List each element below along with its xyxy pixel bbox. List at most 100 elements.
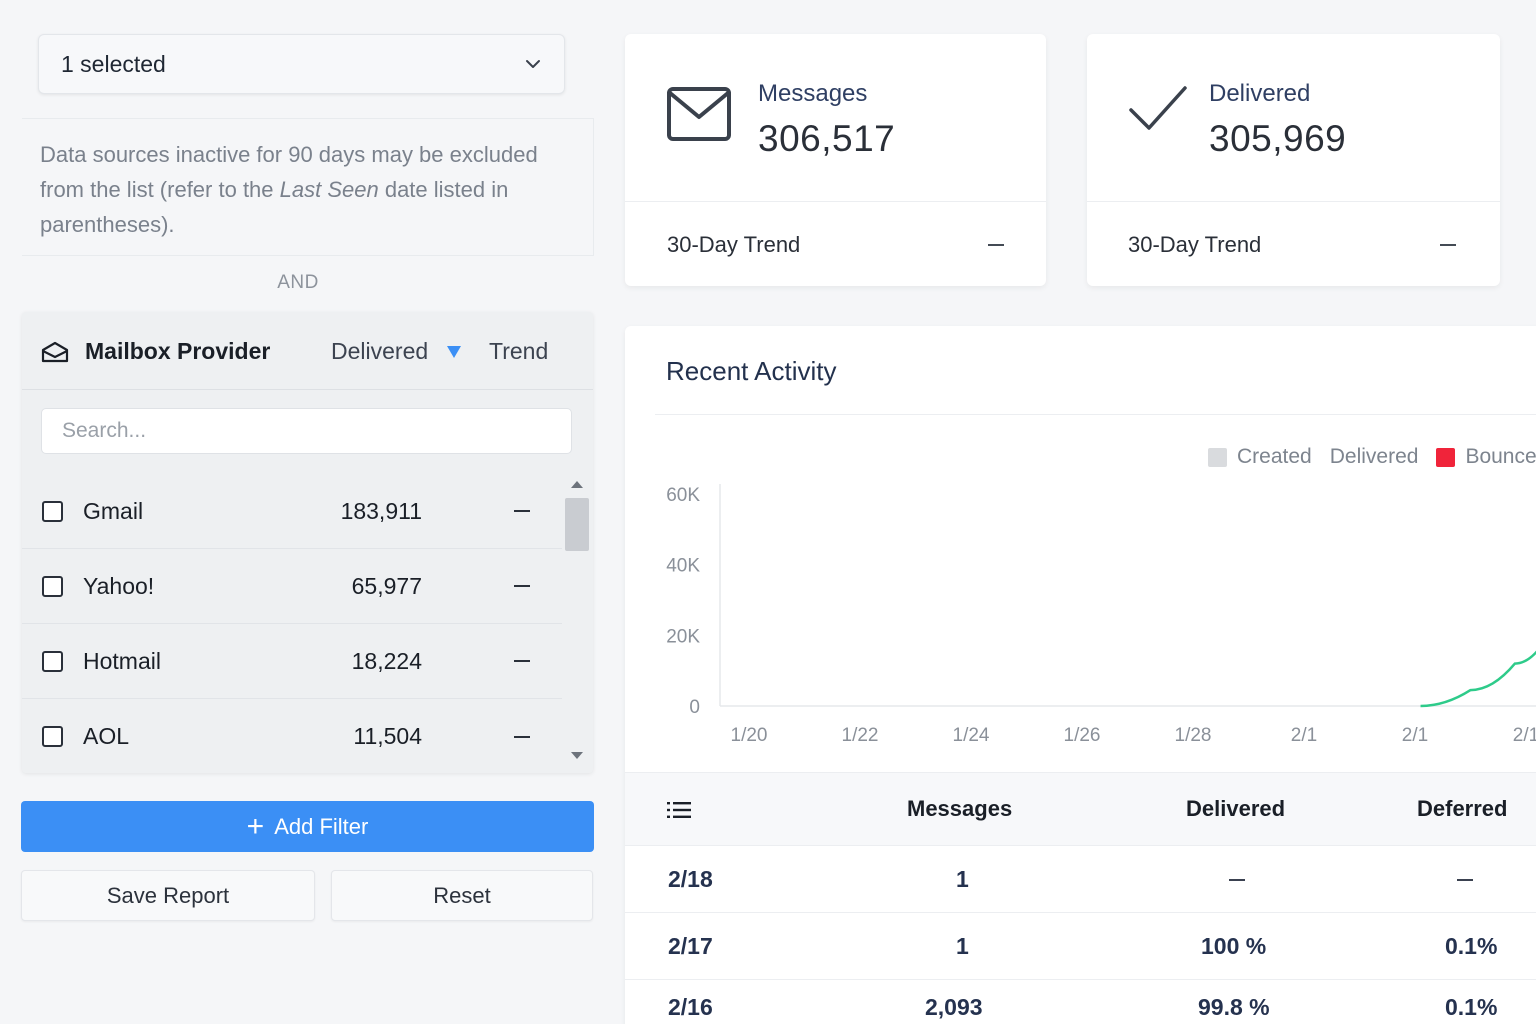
trend-empty-dash — [514, 510, 530, 512]
note-emphasis: Last Seen — [279, 177, 379, 202]
stat-label: Delivered — [1209, 80, 1311, 107]
legend-item-delivered[interactable]: Delivered — [1330, 445, 1419, 469]
provider-checkbox[interactable] — [42, 650, 63, 672]
row-messages: 2,093 — [925, 994, 983, 1020]
chart-legend: Created Delivered Bounce — [1208, 445, 1536, 469]
x-tick-label: 1/22 — [842, 725, 879, 746]
envelope-icon — [667, 87, 731, 141]
column-header-delivered[interactable]: Delivered — [1186, 796, 1285, 822]
table-row[interactable]: 2/16 2,093 99.8 % 0.1% — [625, 980, 1536, 1024]
trend-empty-dash — [988, 244, 1004, 246]
x-tick-label: 1/20 — [731, 725, 768, 746]
x-tick-label: 1/28 — [1175, 725, 1212, 746]
legend-label: Bounce — [1465, 445, 1536, 468]
legend-label: Delivered — [1329, 445, 1419, 468]
trend-empty-dash — [514, 735, 530, 738]
scroll-down-icon[interactable] — [571, 752, 583, 760]
provider-list-scrollbar[interactable] — [565, 474, 589, 773]
mailbox-provider-panel: Mailbox Provider Delivered Trend Gmail 1… — [22, 312, 593, 773]
scroll-up-icon[interactable] — [571, 480, 583, 488]
scroll-thumb[interactable] — [565, 498, 589, 551]
recent-activity-panel: Recent Activity Created Delivered Bounce… — [625, 326, 1536, 1024]
stat-label: Messages — [758, 80, 868, 107]
plus-icon: + — [246, 809, 265, 843]
left-filter-panel: 1 selected Data sources inactive for 90 … — [0, 0, 610, 1024]
row-delivered-empty — [1229, 879, 1245, 881]
legend-item-bounce[interactable]: Bounce — [1436, 445, 1536, 469]
provider-row-aol[interactable]: AOL 11,504 — [22, 699, 562, 773]
provider-row-yahoo[interactable]: Yahoo! 65,977 — [22, 549, 562, 624]
table-row[interactable]: 2/17 1 100 % 0.1% — [625, 913, 1536, 980]
stat-card-top: Messages 306,517 — [625, 34, 1046, 202]
legend-swatch — [1208, 447, 1227, 467]
row-delivered: 99.8 % — [1198, 994, 1270, 1020]
row-date: 2/16 — [668, 994, 713, 1020]
row-deferred-empty — [1457, 879, 1473, 881]
row-date: 2/17 — [668, 933, 713, 959]
provider-checkbox[interactable] — [42, 500, 63, 522]
provider-checkbox[interactable] — [42, 575, 63, 597]
y-tick-label: 40K — [666, 556, 700, 577]
messages-stat-card: Messages 306,517 30-Day Trend — [625, 34, 1046, 286]
column-header-deferred[interactable]: Deferred — [1417, 796, 1507, 822]
sort-delivered-column[interactable]: Delivered — [331, 338, 428, 365]
add-filter-label: Add Filter — [274, 813, 369, 839]
provider-name: Yahoo! — [83, 572, 155, 599]
trend-empty-dash — [514, 660, 530, 662]
activity-table-header: Messages Delivered Deferred — [625, 772, 1536, 846]
provider-row-gmail[interactable]: Gmail 183,911 — [22, 474, 562, 549]
checkmark-icon — [1129, 86, 1187, 130]
row-deferred: 0.1% — [1445, 933, 1498, 959]
add-filter-button[interactable]: + Add Filter — [21, 801, 594, 852]
provider-list: Gmail 183,911 Yahoo! 65,977 Hotmail 18,2… — [22, 474, 562, 773]
divider — [655, 414, 1536, 415]
row-messages: 1 — [956, 866, 969, 892]
trend-empty-dash — [1440, 244, 1456, 246]
trend-label: 30-Day Trend — [667, 232, 801, 257]
provider-checkbox[interactable] — [42, 726, 63, 747]
recent-activity-title: Recent Activity — [666, 356, 837, 386]
trend-column-header[interactable]: Trend — [489, 338, 548, 365]
legend-item-created[interactable]: Created — [1208, 445, 1312, 469]
mailbox-provider-header: Mailbox Provider Delivered Trend — [22, 312, 593, 390]
y-tick-label: 0 — [689, 697, 700, 718]
x-tick-label: 2/1 — [1291, 725, 1317, 746]
trend-label: 30-Day Trend — [1128, 232, 1262, 257]
list-icon[interactable] — [667, 801, 691, 819]
provider-search-input[interactable] — [41, 408, 572, 454]
trend-empty-dash — [514, 585, 530, 587]
x-tick-label: 2/1 — [1402, 725, 1428, 746]
provider-name: AOL — [83, 723, 130, 749]
provider-delivered: 18,224 — [351, 647, 422, 674]
reset-button[interactable]: Reset — [331, 870, 593, 921]
data-source-select[interactable]: 1 selected — [38, 34, 565, 94]
row-messages: 1 — [956, 933, 969, 959]
provider-delivered: 65,977 — [351, 572, 422, 599]
table-row[interactable]: 2/18 1 — [625, 846, 1536, 913]
stat-value: 306,517 — [758, 118, 896, 159]
provider-search — [41, 408, 572, 454]
provider-name: Gmail — [83, 497, 144, 524]
stat-value: 305,969 — [1209, 118, 1347, 159]
select-value: 1 selected — [61, 50, 166, 77]
row-delivered: 100 % — [1201, 933, 1267, 959]
and-separator: AND — [277, 272, 319, 293]
column-header-messages[interactable]: Messages — [907, 796, 1012, 822]
mailbox-provider-title: Mailbox Provider — [85, 338, 271, 364]
row-deferred: 0.1% — [1445, 994, 1498, 1020]
delivered-stat-card: Delivered 305,969 30-Day Trend — [1087, 34, 1500, 286]
provider-row-hotmail[interactable]: Hotmail 18,224 — [22, 624, 562, 699]
provider-name: Hotmail — [83, 647, 161, 674]
legend-swatch — [1436, 447, 1456, 467]
activity-line-chart: 0 20K 40K 60K 1/20 1/22 1/24 1/26 1/28 2/1 2/1 2/1 — [666, 484, 1536, 746]
save-report-button[interactable]: Save Report — [21, 870, 315, 921]
sort-descending-icon[interactable] — [446, 345, 462, 359]
provider-delivered: 11,504 — [353, 723, 422, 749]
legend-label: Created — [1237, 445, 1312, 468]
x-tick-label: 1/26 — [1064, 725, 1101, 746]
stat-card-top: Delivered 305,969 — [1087, 34, 1500, 202]
x-tick-label: 1/24 — [953, 725, 990, 746]
chevron-down-icon — [526, 60, 540, 68]
envelope-open-icon — [41, 341, 69, 363]
x-tick-label: 2/1 — [1513, 725, 1536, 746]
